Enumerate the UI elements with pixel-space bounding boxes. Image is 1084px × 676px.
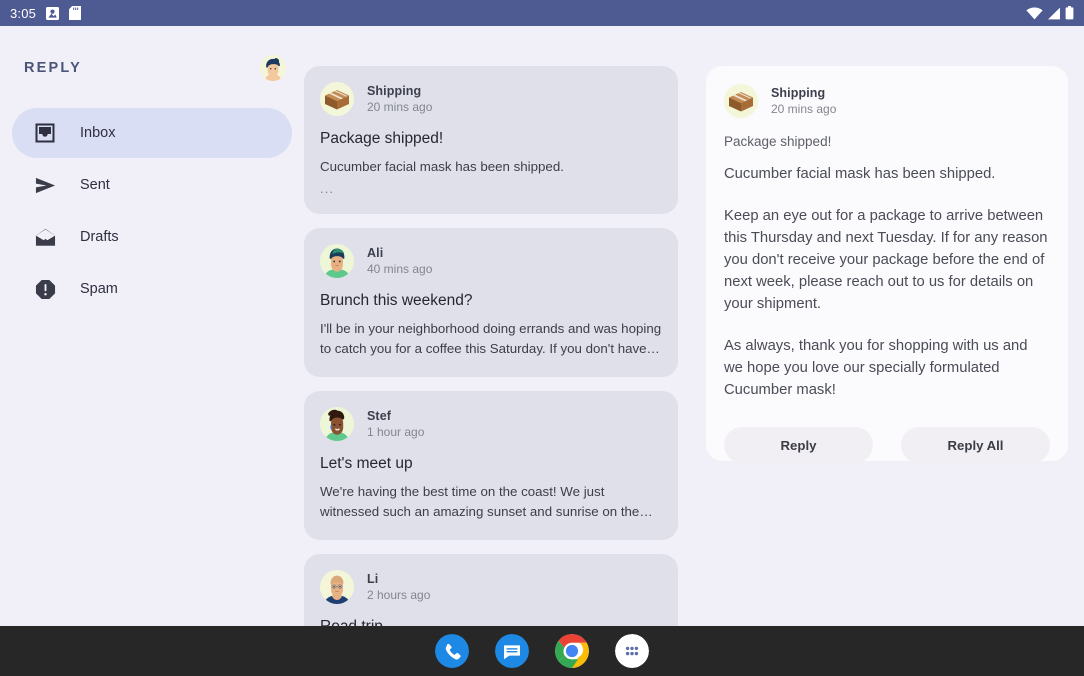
email-detail-paragraph: As always, thank you for shopping with u…	[724, 338, 1028, 398]
email-sender: Ali	[367, 246, 384, 260]
email-timestamp: 20 mins ago	[771, 102, 837, 116]
sidebar-nav: Inbox Sent Drafts Spam	[0, 108, 304, 314]
brand-title: REPLY	[24, 60, 83, 76]
user-avatar[interactable]	[260, 55, 286, 81]
email-subject: Brunch this weekend?	[320, 292, 473, 309]
stef-avatar	[320, 407, 354, 441]
email-meta: Stef 1 hour ago	[367, 409, 424, 439]
chrome-app-icon[interactable]	[555, 634, 589, 668]
sidebar-item-label: Sent	[80, 177, 110, 193]
drafts-icon	[34, 226, 56, 248]
email-detail-subject: Package shipped!	[724, 134, 832, 149]
email-timestamp: 2 hours ago	[367, 588, 431, 602]
app-drawer-icon[interactable]	[615, 634, 649, 668]
email-header: Ali 40 mins ago	[320, 244, 662, 278]
email-header: Stef 1 hour ago	[320, 407, 662, 441]
send-icon	[34, 174, 56, 196]
email-preview: Cucumber facial mask has been shipped.	[320, 159, 564, 174]
email-list[interactable]: Shipping 20 mins ago Package shipped! Cu…	[304, 26, 692, 650]
email-list-item[interactable]: Shipping 20 mins ago Package shipped! Cu…	[304, 66, 678, 214]
email-preview: We're having the best time on the coast!…	[320, 484, 640, 519]
sidebar-item-spam[interactable]: Spam	[12, 264, 292, 314]
email-detail-header: Shipping 20 mins ago	[724, 84, 1050, 118]
phone-app-icon[interactable]	[435, 634, 469, 668]
sidebar-item-sent[interactable]: Sent	[12, 160, 292, 210]
email-detail-actions: Reply Reply All	[724, 427, 1050, 463]
email-sender: Li	[367, 572, 379, 586]
package-box-avatar	[724, 84, 758, 118]
email-subject: Let's meet up	[320, 455, 413, 472]
li-avatar	[320, 570, 354, 604]
system-dock	[0, 626, 1084, 676]
app-body: REPLY Inbox Sent Drafts Spam Shipping 20…	[0, 26, 1084, 650]
email-timestamp: 40 mins ago	[367, 262, 433, 276]
email-detail-paragraph: Keep an eye out for a package to arrive …	[724, 208, 1048, 312]
reply-all-button[interactable]: Reply All	[901, 427, 1050, 463]
email-meta: Li 2 hours ago	[367, 572, 430, 602]
email-sender: Shipping	[367, 84, 422, 98]
sidebar-item-label: Inbox	[80, 125, 116, 141]
sidebar: REPLY Inbox Sent Drafts Spam	[0, 26, 304, 650]
email-list-item[interactable]: Stef 1 hour ago Let's meet up We're havi…	[304, 391, 678, 540]
cellular-signal-icon	[1047, 7, 1061, 20]
email-detail-pane: Shipping 20 mins ago Package shipped! Cu…	[692, 26, 1084, 650]
sidebar-item-drafts[interactable]: Drafts	[12, 212, 292, 262]
email-subject: Package shipped!	[320, 130, 444, 147]
sidebar-item-label: Drafts	[80, 229, 119, 245]
package-box-avatar	[320, 82, 354, 116]
wifi-icon	[1026, 6, 1043, 20]
email-timestamp: 20 mins ago	[367, 100, 433, 114]
email-header: Shipping 20 mins ago	[320, 82, 662, 116]
messages-app-icon[interactable]	[495, 634, 529, 668]
ali-avatar	[320, 244, 354, 278]
photo-notification-icon	[46, 6, 60, 20]
battery-icon	[1065, 6, 1074, 20]
email-preview-ellipsis: ...	[320, 181, 335, 196]
sidebar-header: REPLY	[0, 40, 304, 96]
email-detail-card: Shipping 20 mins ago Package shipped! Cu…	[706, 66, 1068, 463]
status-bar-left: 3:05	[10, 5, 82, 21]
email-meta: Shipping 20 mins ago	[367, 84, 432, 114]
inbox-icon	[34, 122, 56, 144]
sidebar-item-label: Spam	[80, 281, 118, 297]
email-preview: I'll be in your neighborhood doing erran…	[320, 321, 662, 356]
sd-card-icon	[69, 6, 82, 20]
status-clock: 3:05	[10, 5, 37, 21]
email-meta: Ali 40 mins ago	[367, 246, 432, 276]
reply-button[interactable]: Reply	[724, 427, 873, 463]
email-sender: Stef	[367, 409, 392, 423]
sidebar-item-inbox[interactable]: Inbox	[12, 108, 292, 158]
email-timestamp: 1 hour ago	[367, 425, 425, 439]
email-header: Li 2 hours ago	[320, 570, 662, 604]
email-sender: Shipping	[771, 86, 826, 100]
status-bar-right	[1026, 6, 1074, 20]
status-bar: 3:05	[0, 0, 1084, 26]
email-detail-paragraph: Cucumber facial mask has been shipped.	[724, 166, 996, 182]
email-list-item[interactable]: Ali 40 mins ago Brunch this weekend? I'l…	[304, 228, 678, 377]
spam-icon	[34, 278, 56, 300]
email-meta: Shipping 20 mins ago	[771, 86, 836, 116]
